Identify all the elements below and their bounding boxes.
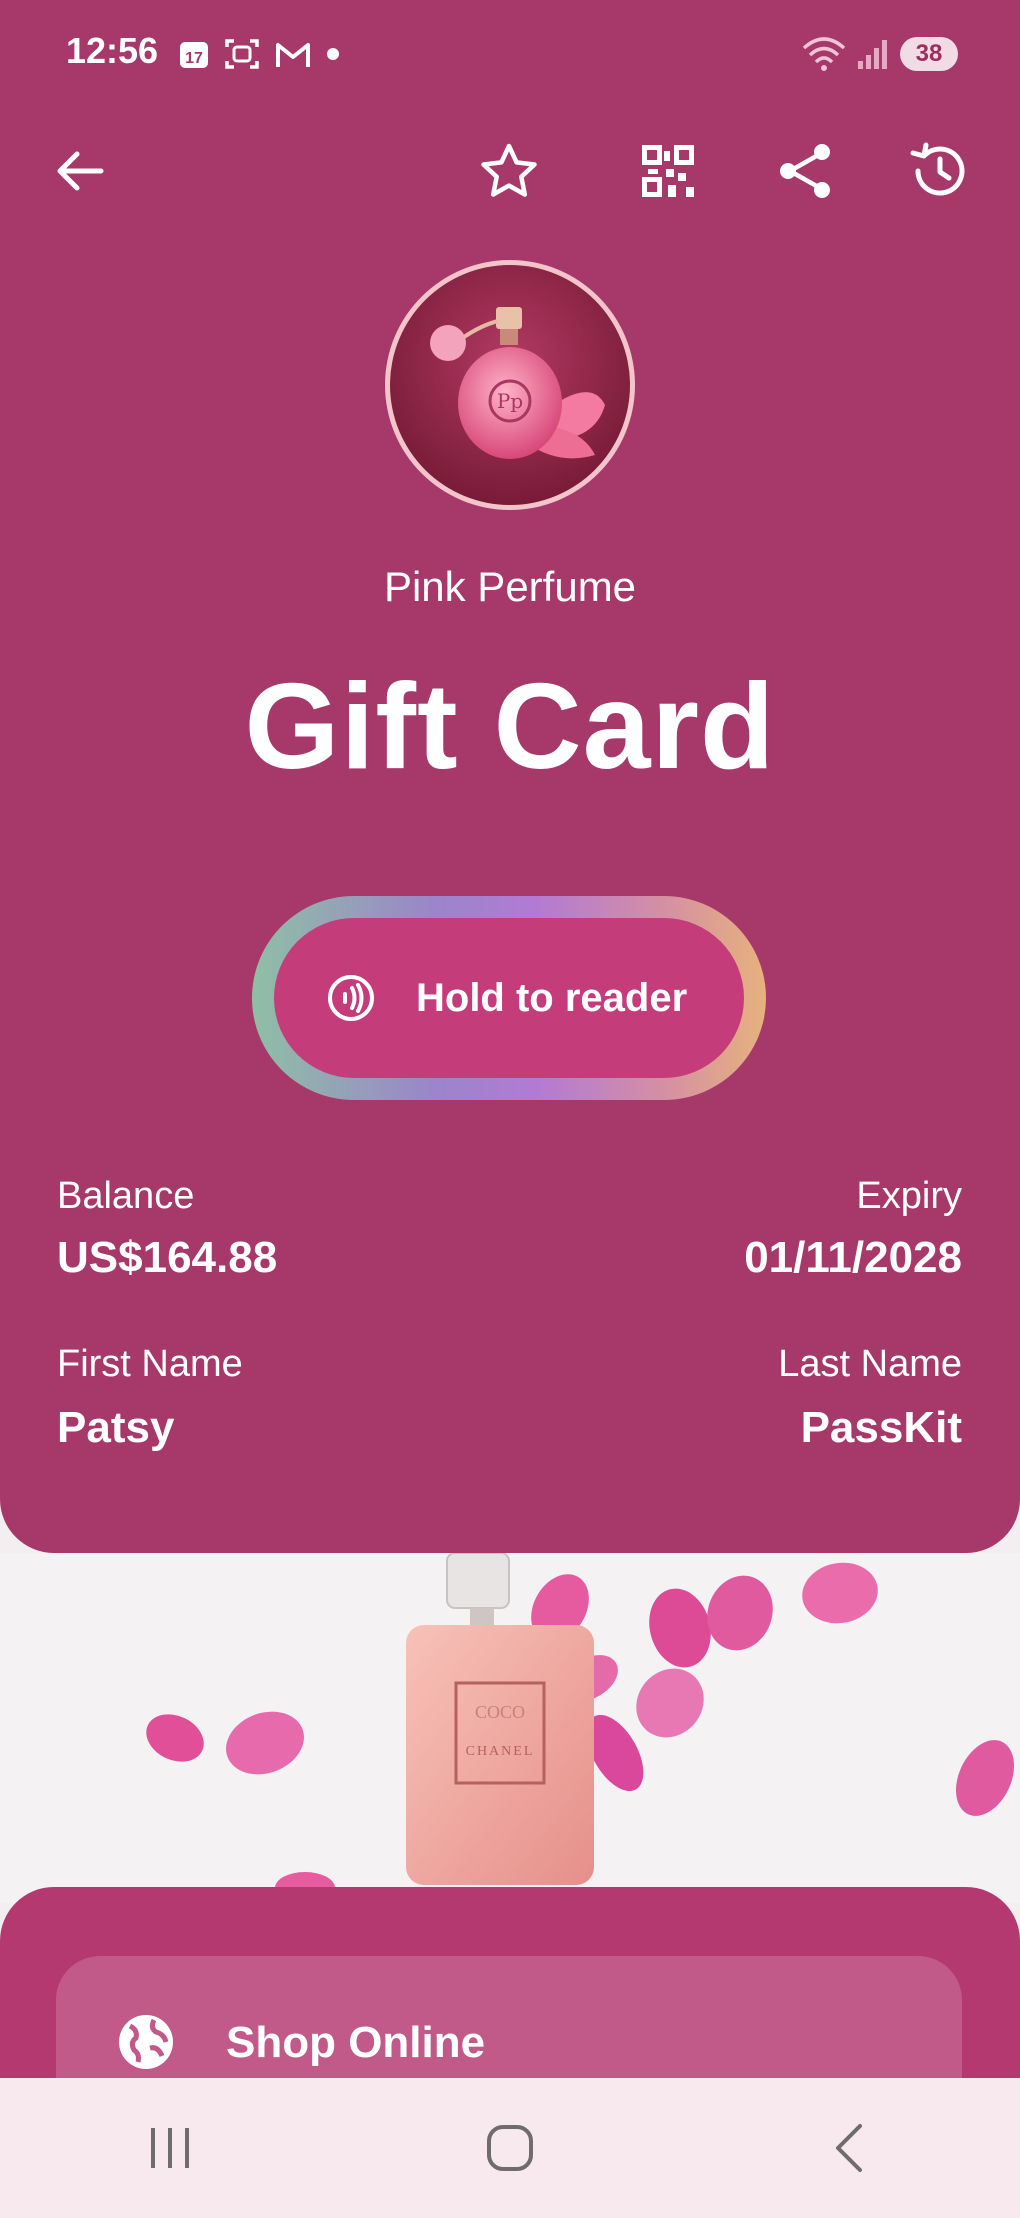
back-nav-button[interactable] <box>790 2098 910 2198</box>
card-title: Gift Card <box>244 658 776 794</box>
last-name-label: Last Name <box>778 1343 962 1385</box>
brand-logo: Pp <box>385 260 635 510</box>
svg-text:Pp: Pp <box>497 389 523 413</box>
status-bar: 12:56 17 38 <box>0 0 1020 106</box>
status-time: 12:56 <box>66 30 159 71</box>
star-icon <box>481 143 537 197</box>
brand-name: Pink Perfume <box>383 563 637 610</box>
qr-code-icon <box>642 145 694 197</box>
recents-button[interactable] <box>110 2098 230 2198</box>
balance-label: Balance <box>57 1175 195 1217</box>
share-icon <box>780 144 830 198</box>
notification-icons: 17 <box>178 34 340 74</box>
screenshot-icon <box>225 39 259 69</box>
back-button[interactable] <box>44 136 114 206</box>
expiry-label: Expiry <box>856 1175 962 1217</box>
perfume-bottle-icon: Pp <box>390 265 630 505</box>
back-chevron-icon <box>836 2124 862 2172</box>
qr-code-button[interactable] <box>633 136 703 206</box>
bottle-label-brand: COCO <box>475 1702 525 1722</box>
expiry-value: 01/11/2028 <box>744 1233 962 1282</box>
signal-icon <box>858 40 887 69</box>
share-button[interactable] <box>770 136 840 206</box>
arrow-left-icon <box>57 151 104 191</box>
more-notifications-dot-icon <box>327 48 339 60</box>
home-button[interactable] <box>450 2098 570 2198</box>
history-icon <box>910 142 965 196</box>
gift-card-pass: 12:56 17 38 Pp Pink Perfume Gift Card Ho… <box>0 0 1020 1553</box>
history-button[interactable] <box>904 136 974 206</box>
first-name-label: First Name <box>57 1343 243 1385</box>
favorite-button[interactable] <box>474 136 544 206</box>
promo-image: COCO CHANEL <box>0 1553 1020 1903</box>
gmail-icon <box>276 43 310 67</box>
system-navigation-bar <box>0 2078 1020 2218</box>
hold-to-reader-button[interactable]: Hold to reader <box>274 918 744 1078</box>
recents-icon <box>151 2128 189 2168</box>
home-icon <box>487 2125 533 2171</box>
svg-text:17: 17 <box>185 50 203 67</box>
balance-value: US$164.88 <box>57 1233 278 1282</box>
system-icons: 38 <box>802 34 958 74</box>
calendar-icon: 17 <box>180 42 208 68</box>
battery-indicator: 38 <box>900 37 958 71</box>
last-name-value: PassKit <box>800 1403 962 1452</box>
bottle-label-name: CHANEL <box>466 1744 535 1759</box>
nfc-icon <box>328 975 374 1021</box>
wifi-icon <box>802 37 846 71</box>
globe-icon <box>119 2015 173 2069</box>
first-name-value: Patsy <box>57 1403 175 1452</box>
shop-online-label: Shop Online <box>226 2018 486 2067</box>
hold-to-reader-label: Hold to reader <box>416 975 688 1020</box>
